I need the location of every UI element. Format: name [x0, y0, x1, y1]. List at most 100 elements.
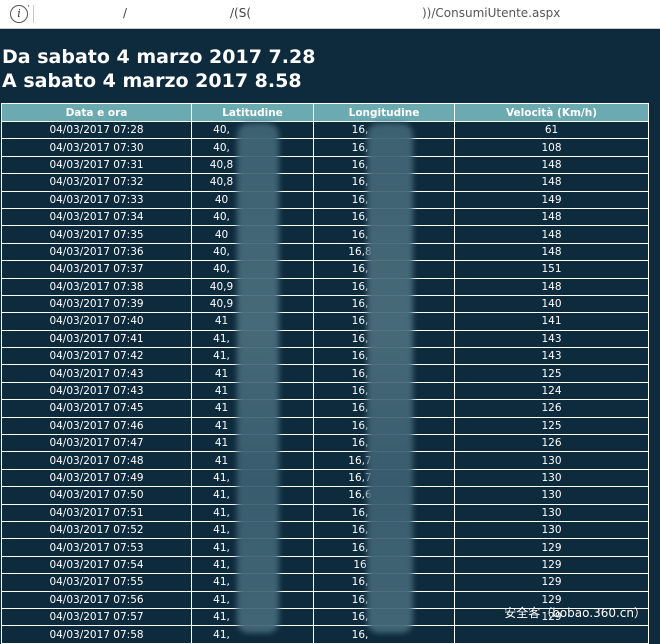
cell-datetime: 04/03/2017 07:49 [1, 468, 192, 488]
table-row: 04/03/2017 07:34 40, 16, 148 [1, 207, 649, 227]
cell-longitude-text: 16, [351, 367, 369, 380]
url-segment-page: ))/ConsumiUtente.aspx [422, 6, 561, 20]
url-segment-2: /(S( [230, 6, 252, 20]
url-segment-1: / [123, 6, 128, 20]
cell-latitude-text: 40 [214, 228, 229, 241]
table-row: 04/03/2017 07:36 40, 16,8 148 [1, 242, 649, 262]
cell-speed: 143 [454, 347, 649, 366]
address-bar-divider [33, 5, 34, 23]
table-row: 04/03/2017 07:43 41 16, 124 [1, 381, 649, 401]
cell-datetime: 04/03/2017 07:54 [1, 555, 192, 575]
cell-datetime: 04/03/2017 07:31 [1, 155, 192, 175]
cell-longitude-text: 16, [351, 506, 369, 519]
cell-speed [454, 625, 649, 644]
table-row: 04/03/2017 07:51 41, 16, 130 [1, 503, 649, 522]
cell-longitude-text: 16, [351, 576, 369, 589]
cell-longitude-text: 16, [351, 385, 369, 398]
cell-datetime: 04/03/2017 07:52 [1, 520, 192, 540]
cell-datetime: 04/03/2017 07:51 [1, 503, 192, 522]
cell-latitude-text: 41, [213, 332, 230, 345]
cell-speed: 148 [454, 207, 649, 227]
table-row: 04/03/2017 07:32 40,8 16, 148 [1, 173, 649, 192]
cell-latitude-text: 40, [213, 211, 230, 224]
table-row: 04/03/2017 07:46 41 16, 125 [1, 416, 649, 436]
info-circle-icon[interactable]: i · [10, 3, 30, 23]
report-title-from: Da sabato 4 marzo 2017 7.28 [2, 46, 316, 68]
cell-datetime: 04/03/2017 07:33 [1, 190, 192, 209]
cell-speed: 149 [454, 190, 649, 209]
cell-datetime: 04/03/2017 07:35 [1, 225, 192, 244]
cell-longitude-text: 16, [351, 228, 369, 241]
cell-datetime: 04/03/2017 07:50 [1, 486, 192, 505]
address-bar[interactable]: i · / /(S( ))/ConsumiUtente.aspx [0, 0, 660, 29]
redaction-latitude [237, 123, 279, 633]
cell-speed: 151 [454, 260, 649, 279]
cell-longitude-text: 16, [351, 298, 369, 311]
cell-latitude-text: 41, [213, 611, 230, 624]
cell-speed: 130 [454, 451, 649, 470]
table-row: 04/03/2017 07:28 40, 16, 61 [1, 120, 649, 140]
table-row: 04/03/2017 07:52 41, 16, 130 [1, 520, 649, 540]
cell-latitude-text: 41 [214, 402, 229, 415]
cell-longitude-text: 16, [351, 124, 369, 137]
cell-datetime: 04/03/2017 07:42 [1, 347, 192, 366]
cell-latitude-text: 41 [214, 385, 229, 398]
table-row: 04/03/2017 07:37 40, 16, 151 [1, 260, 649, 279]
table-row: 04/03/2017 07:43 41 16, 125 [1, 364, 649, 383]
cell-speed: 148 [454, 173, 649, 192]
cell-latitude-text: 40,9 [209, 280, 234, 293]
cell-latitude-text: 41, [213, 489, 230, 502]
cell-speed: 130 [454, 520, 649, 540]
cell-latitude-text: 41, [213, 576, 230, 589]
cell-datetime: 04/03/2017 07:34 [1, 207, 192, 227]
cell-latitude-text: 40, [213, 124, 230, 137]
cell-datetime: 04/03/2017 07:36 [1, 242, 192, 262]
cell-speed: 125 [454, 364, 649, 383]
cell-datetime: 04/03/2017 07:45 [1, 399, 192, 418]
cell-latitude-text: 40,8 [209, 176, 234, 189]
cell-datetime: 04/03/2017 07:43 [1, 381, 192, 401]
cell-speed: 130 [454, 503, 649, 522]
cell-longitude-text: 16, [351, 593, 369, 606]
table-row: 04/03/2017 07:39 40,9 16, 140 [1, 294, 649, 314]
table-row: 04/03/2017 07:58 41, 16, [1, 625, 649, 644]
cell-speed: 148 [454, 155, 649, 175]
cell-datetime: 04/03/2017 07:43 [1, 364, 192, 383]
cell-longitude-text: 16, [351, 437, 369, 450]
cell-longitude-text: 16, [351, 611, 369, 624]
redaction-longitude [367, 123, 413, 633]
cell-datetime: 04/03/2017 07:37 [1, 260, 192, 279]
table-row: 04/03/2017 07:50 41, 16,6 130 [1, 486, 649, 505]
table-row: 04/03/2017 07:35 40 16, 148 [1, 225, 649, 244]
cell-datetime: 04/03/2017 07:32 [1, 173, 192, 192]
column-header-longitude[interactable]: Longitudine [313, 103, 455, 122]
cell-longitude-text: 16, [351, 158, 369, 171]
cell-longitude-text: 16, [351, 541, 369, 554]
cell-speed: 124 [454, 381, 649, 401]
table-row: 04/03/2017 07:41 41, 16, 143 [1, 329, 649, 349]
table-row: 04/03/2017 07:45 41 16, 126 [1, 399, 649, 418]
column-header-latitude[interactable]: Latitudine [191, 103, 314, 122]
table-row: 04/03/2017 07:33 40 16, 149 [1, 190, 649, 209]
cell-latitude-text: 41 [214, 315, 229, 328]
table-row: 04/03/2017 07:31 40,8 16, 148 [1, 155, 649, 175]
cell-longitude-text: 16, [351, 176, 369, 189]
cell-speed: 129 [454, 573, 649, 592]
table-row: 04/03/2017 07:55 41, 16, 129 [1, 573, 649, 592]
cell-speed: 125 [454, 416, 649, 436]
cell-longitude-text: 16, [351, 628, 369, 641]
table-row: 04/03/2017 07:53 41, 16, 129 [1, 538, 649, 557]
cell-speed: 141 [454, 312, 649, 331]
cell-speed: 148 [454, 242, 649, 262]
column-header-speed[interactable]: Velocità (Km/h) [454, 103, 649, 122]
cell-latitude-text: 41 [214, 454, 229, 467]
cell-latitude-text: 40,9 [209, 298, 234, 311]
cell-datetime: 04/03/2017 07:38 [1, 277, 192, 296]
cell-latitude-text: 40, [213, 245, 230, 258]
column-header-datetime[interactable]: Data e ora [1, 103, 192, 122]
cell-datetime: 04/03/2017 07:41 [1, 329, 192, 349]
cell-latitude-text: 41, [213, 472, 230, 484]
cell-datetime: 04/03/2017 07:40 [1, 312, 192, 331]
cell-speed: 130 [454, 468, 649, 488]
cell-latitude-text: 41 [214, 437, 229, 450]
